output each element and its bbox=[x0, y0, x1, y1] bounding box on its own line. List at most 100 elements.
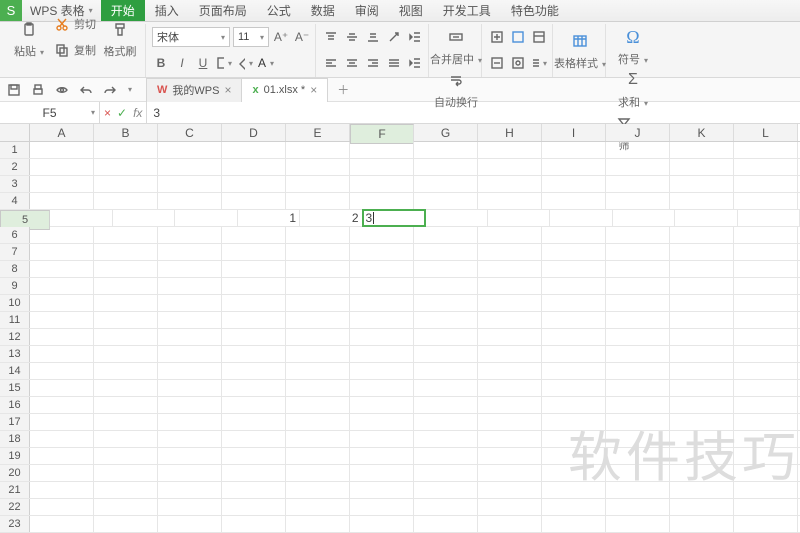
cell-J17[interactable] bbox=[606, 414, 670, 430]
cell-C8[interactable] bbox=[158, 261, 222, 277]
format-painter-button[interactable]: 格式刷 bbox=[99, 12, 141, 62]
cell-F2[interactable] bbox=[350, 159, 414, 175]
insert-cells-button[interactable] bbox=[488, 28, 506, 46]
cell-I13[interactable] bbox=[542, 346, 606, 362]
bold-button[interactable]: B bbox=[152, 54, 170, 72]
cell-L3[interactable] bbox=[734, 176, 798, 192]
align-right-button[interactable] bbox=[364, 54, 382, 72]
cell-K6[interactable] bbox=[670, 227, 734, 243]
cell-D1[interactable] bbox=[222, 142, 286, 158]
cell-A14[interactable] bbox=[30, 363, 94, 379]
menu-插入[interactable]: 插入 bbox=[145, 0, 189, 21]
cell-J13[interactable] bbox=[606, 346, 670, 362]
cell-G20[interactable] bbox=[414, 465, 478, 481]
cell-H14[interactable] bbox=[478, 363, 542, 379]
cell-H22[interactable] bbox=[478, 499, 542, 515]
redo-button[interactable] bbox=[100, 80, 120, 100]
cell-E5[interactable]: 2 bbox=[300, 210, 363, 226]
cell-G23[interactable] bbox=[414, 516, 478, 532]
cell-E15[interactable] bbox=[286, 380, 350, 396]
cell-K9[interactable] bbox=[670, 278, 734, 294]
cell-F5[interactable]: 3 bbox=[363, 210, 426, 226]
cell-L23[interactable] bbox=[734, 516, 798, 532]
row-header-23[interactable]: 23 bbox=[0, 516, 30, 532]
save-button[interactable] bbox=[4, 80, 24, 100]
row-header-4[interactable]: 4 bbox=[0, 193, 30, 209]
cell-D16[interactable] bbox=[222, 397, 286, 413]
cell-L11[interactable] bbox=[734, 312, 798, 328]
cell-A11[interactable] bbox=[30, 312, 94, 328]
cell-F21[interactable] bbox=[350, 482, 414, 498]
cell-G17[interactable] bbox=[414, 414, 478, 430]
cell-C23[interactable] bbox=[158, 516, 222, 532]
row-header-14[interactable]: 14 bbox=[0, 363, 30, 379]
cell-L2[interactable] bbox=[734, 159, 798, 175]
font-color-button[interactable]: A▾ bbox=[257, 54, 275, 72]
format-cells-button[interactable] bbox=[509, 54, 527, 72]
col-header-G[interactable]: G bbox=[414, 124, 478, 141]
cell-B13[interactable] bbox=[94, 346, 158, 362]
cell-H12[interactable] bbox=[478, 329, 542, 345]
cell-B17[interactable] bbox=[94, 414, 158, 430]
cell-J11[interactable] bbox=[606, 312, 670, 328]
cell-B20[interactable] bbox=[94, 465, 158, 481]
cell-B2[interactable] bbox=[94, 159, 158, 175]
cell-C14[interactable] bbox=[158, 363, 222, 379]
cell-H19[interactable] bbox=[478, 448, 542, 464]
cell-G7[interactable] bbox=[414, 244, 478, 260]
cell-I23[interactable] bbox=[542, 516, 606, 532]
cell-K11[interactable] bbox=[670, 312, 734, 328]
cell-L7[interactable] bbox=[734, 244, 798, 260]
cell-E22[interactable] bbox=[286, 499, 350, 515]
cell-L14[interactable] bbox=[734, 363, 798, 379]
cell-E14[interactable] bbox=[286, 363, 350, 379]
cell-J9[interactable] bbox=[606, 278, 670, 294]
cell-I18[interactable] bbox=[542, 431, 606, 447]
cell-G13[interactable] bbox=[414, 346, 478, 362]
cell-D18[interactable] bbox=[222, 431, 286, 447]
preview-button[interactable] bbox=[52, 80, 72, 100]
cell-D21[interactable] bbox=[222, 482, 286, 498]
cell-L19[interactable] bbox=[734, 448, 798, 464]
cell-D8[interactable] bbox=[222, 261, 286, 277]
cell-E1[interactable] bbox=[286, 142, 350, 158]
cell-E7[interactable] bbox=[286, 244, 350, 260]
cell-I17[interactable] bbox=[542, 414, 606, 430]
cell-G8[interactable] bbox=[414, 261, 478, 277]
cell-J23[interactable] bbox=[606, 516, 670, 532]
font-family-select[interactable]: 宋体▾ bbox=[152, 27, 230, 47]
cell-B15[interactable] bbox=[94, 380, 158, 396]
close-icon[interactable]: × bbox=[224, 83, 231, 97]
cell-A22[interactable] bbox=[30, 499, 94, 515]
cell-F8[interactable] bbox=[350, 261, 414, 277]
cell-C17[interactable] bbox=[158, 414, 222, 430]
cell-E16[interactable] bbox=[286, 397, 350, 413]
cell-E13[interactable] bbox=[286, 346, 350, 362]
cell-C9[interactable] bbox=[158, 278, 222, 294]
cell-E6[interactable] bbox=[286, 227, 350, 243]
col-header-D[interactable]: D bbox=[222, 124, 286, 141]
cell-L21[interactable] bbox=[734, 482, 798, 498]
cell-B22[interactable] bbox=[94, 499, 158, 515]
merge-center-button[interactable]: 合并居中▾ bbox=[435, 24, 477, 67]
cell-G2[interactable] bbox=[414, 159, 478, 175]
cell-K16[interactable] bbox=[670, 397, 734, 413]
cell-G12[interactable] bbox=[414, 329, 478, 345]
cell-H7[interactable] bbox=[478, 244, 542, 260]
cell-D19[interactable] bbox=[222, 448, 286, 464]
new-tab-button[interactable]: ＋ bbox=[331, 81, 355, 98]
underline-button[interactable]: U bbox=[194, 54, 212, 72]
cell-J15[interactable] bbox=[606, 380, 670, 396]
cell-K20[interactable] bbox=[670, 465, 734, 481]
cell-D4[interactable] bbox=[222, 193, 286, 209]
cell-K19[interactable] bbox=[670, 448, 734, 464]
cell-G1[interactable] bbox=[414, 142, 478, 158]
cell-D17[interactable] bbox=[222, 414, 286, 430]
cell-G11[interactable] bbox=[414, 312, 478, 328]
cell-G15[interactable] bbox=[414, 380, 478, 396]
cell-A12[interactable] bbox=[30, 329, 94, 345]
align-top-button[interactable] bbox=[322, 28, 340, 46]
undo-button[interactable] bbox=[76, 80, 96, 100]
cell-B4[interactable] bbox=[94, 193, 158, 209]
cell-J7[interactable] bbox=[606, 244, 670, 260]
